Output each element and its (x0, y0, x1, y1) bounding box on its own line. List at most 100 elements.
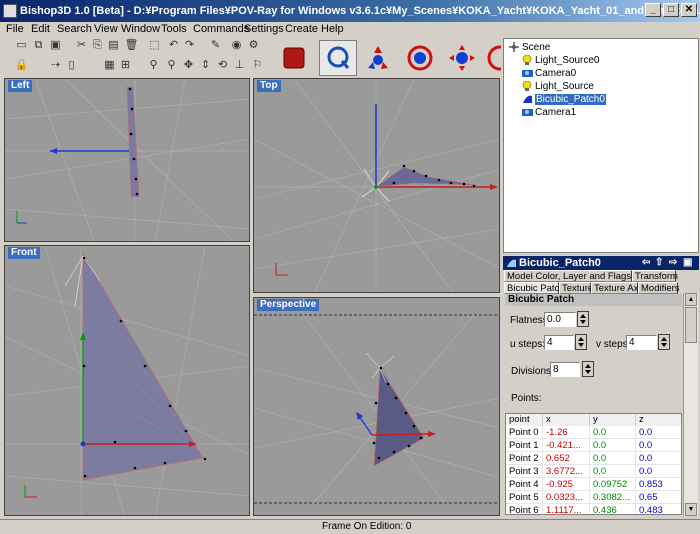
scale-mode-button[interactable] (443, 40, 481, 76)
camera-view-icon[interactable]: ⚐ (250, 58, 265, 73)
open-file-icon[interactable]: ⧉ (31, 38, 46, 53)
script-icon[interactable]: ✎ (208, 38, 223, 53)
nav-forward-icon[interactable]: ⇨ (669, 256, 677, 270)
viewport-front[interactable]: Front (4, 245, 250, 516)
menu-help[interactable]: Help (321, 22, 344, 36)
nav-up-icon[interactable]: ⇧ (655, 256, 663, 270)
table-row[interactable]: Point 2 0.652 0.0 0.0 (506, 452, 681, 465)
usteps-label: u steps: (510, 339, 546, 350)
close-button[interactable]: ✕ (681, 3, 697, 17)
menu-create[interactable]: Create (285, 22, 318, 36)
x-cell: 3.6772... (543, 465, 590, 478)
menu-search[interactable]: Search (57, 22, 92, 36)
select-icon[interactable]: ⬚ (147, 38, 162, 53)
maximize-button[interactable]: □ (663, 3, 679, 17)
menu-commands[interactable]: Commands (193, 22, 249, 36)
divisions-spinner[interactable] (582, 361, 594, 377)
tab-transform[interactable]: Transform (632, 270, 678, 282)
viewport-left-label: Left (8, 80, 33, 92)
tab-modifiers[interactable]: Modifiers (638, 282, 680, 294)
new-file-icon[interactable]: ▭ (14, 38, 29, 53)
top-view-canvas (254, 79, 499, 292)
scene-tree[interactable]: Scene Light_Source0 Camera0 Light_Source… (503, 38, 699, 253)
four-views-icon[interactable]: ⊞ (118, 58, 133, 73)
table-row[interactable]: Point 4 -0.925 0.09752 0.853 (506, 478, 681, 491)
table-row[interactable]: Point 0 -1.26 0.0 0.0 (506, 426, 681, 439)
more-mode-button[interactable] (484, 40, 502, 76)
minimize-button[interactable]: _ (645, 3, 661, 17)
panel-menu-icon[interactable]: ▣ (683, 256, 692, 270)
grid-layout-icon[interactable]: ▦ (102, 58, 117, 73)
table-row[interactable]: Point 3 3.6772... 0.0 0.0 (506, 465, 681, 478)
divisions-input[interactable]: 8 (550, 362, 580, 377)
point-name-cell: Point 5 (506, 491, 543, 504)
snap-icon[interactable]: ⊥ (232, 58, 247, 73)
select-q-icon (327, 46, 350, 69)
window-title: Bishop3D 1.0 [Beta] - D:¥Program Files¥P… (20, 5, 700, 17)
move-vertical-icon[interactable]: ⇕ (198, 58, 213, 73)
menu-edit[interactable]: Edit (31, 22, 50, 36)
vsteps-input[interactable]: 4 (626, 335, 657, 350)
cut-icon[interactable]: ✂ (74, 38, 89, 53)
paste-icon[interactable]: ▤ (106, 38, 121, 53)
zoom-out-icon[interactable]: ⚲ (164, 58, 179, 73)
column-header-x[interactable]: x (543, 414, 590, 426)
table-row[interactable]: Point 1 -0.421... 0.0 0.0 (506, 439, 681, 452)
tab-texture-axis[interactable]: Texture Axis (591, 282, 645, 294)
menu-settings[interactable]: Settings (244, 22, 284, 36)
undo-icon[interactable]: ↶ (166, 38, 181, 53)
tree-node-bicubic-patch0[interactable]: Bicubic_Patch0 (522, 94, 606, 106)
table-row[interactable]: Point 5 0.0323... 0.3082... 0.65 (506, 491, 681, 504)
tree-node-scene[interactable]: Scene (509, 42, 550, 54)
nav-back-icon[interactable]: ⇦ (642, 256, 650, 270)
vsteps-spinner[interactable] (658, 334, 670, 350)
tree-node-light-source[interactable]: Light_Source (522, 81, 594, 93)
tree-node-camera0[interactable]: Camera0 (522, 68, 576, 80)
tab-bicubic-patch[interactable]: Bicubic Patch (504, 282, 565, 294)
rotate-icon (407, 45, 433, 71)
menu-tools[interactable]: Tools (161, 22, 187, 36)
menu-window[interactable]: Window (121, 22, 160, 36)
viewport-perspective[interactable]: Perspective (253, 297, 500, 516)
translate-mode-button[interactable] (359, 40, 397, 76)
menu-file[interactable]: File (6, 22, 24, 36)
front-view-canvas (5, 246, 249, 515)
menu-view[interactable]: View (94, 22, 118, 36)
redo-icon[interactable]: ↷ (182, 38, 197, 53)
light-bulb-icon (522, 55, 532, 66)
viewport-left[interactable]: Left (4, 78, 250, 242)
viewport-top[interactable]: Top (253, 78, 500, 293)
rotate-mode-button[interactable] (401, 40, 439, 76)
select-mode-button[interactable] (319, 40, 357, 76)
table-row[interactable]: Point 6 1.1117... 0.436 0.483 (506, 504, 681, 514)
object-mode-button[interactable] (275, 40, 313, 76)
rotate-view-icon[interactable]: ⟲ (215, 58, 230, 73)
scroll-up-arrow-icon[interactable]: ▲ (685, 293, 697, 306)
column-header-y[interactable]: y (590, 414, 636, 426)
settings-icon[interactable]: ⚙ (246, 38, 261, 53)
column-header-point[interactable]: point (506, 414, 543, 426)
z-cell: 0.483 (636, 504, 681, 514)
render-icon[interactable]: ◉ (229, 38, 244, 53)
tree-node-light-source0[interactable]: Light_Source0 (522, 55, 600, 67)
tab-texture[interactable]: Texture (559, 282, 593, 294)
scroll-down-arrow-icon[interactable]: ▼ (685, 503, 697, 516)
delete-icon[interactable]: 🗑 (124, 38, 139, 53)
usteps-spinner[interactable] (575, 334, 587, 350)
export-icon[interactable]: ⇢ (48, 58, 63, 73)
flatness-spinner[interactable] (577, 311, 589, 327)
properties-scrollbar[interactable]: ▲ ▼ (683, 293, 698, 516)
pan-icon[interactable]: ✥ (181, 58, 196, 73)
zoom-in-icon[interactable]: ⚲ (146, 58, 161, 73)
points-table[interactable]: point x y z Point 0 -1.26 0.0 0.0 Point 1 -0.… (505, 413, 682, 515)
lock-icon[interactable]: 🔒 (14, 58, 29, 73)
tree-node-camera1[interactable]: Camera1 (522, 107, 576, 119)
save-icon[interactable]: ▣ (48, 38, 63, 53)
tab-model-color[interactable]: Model Color, Layer and Flags (504, 270, 632, 282)
column-header-z[interactable]: z (636, 414, 681, 426)
usteps-input[interactable]: 4 (544, 335, 574, 350)
document-icon[interactable]: ▯ (64, 58, 79, 73)
copy-icon[interactable]: ⎘ (90, 38, 105, 53)
flatness-input[interactable]: 0.0 (544, 312, 576, 327)
scroll-thumb[interactable] (685, 307, 697, 343)
